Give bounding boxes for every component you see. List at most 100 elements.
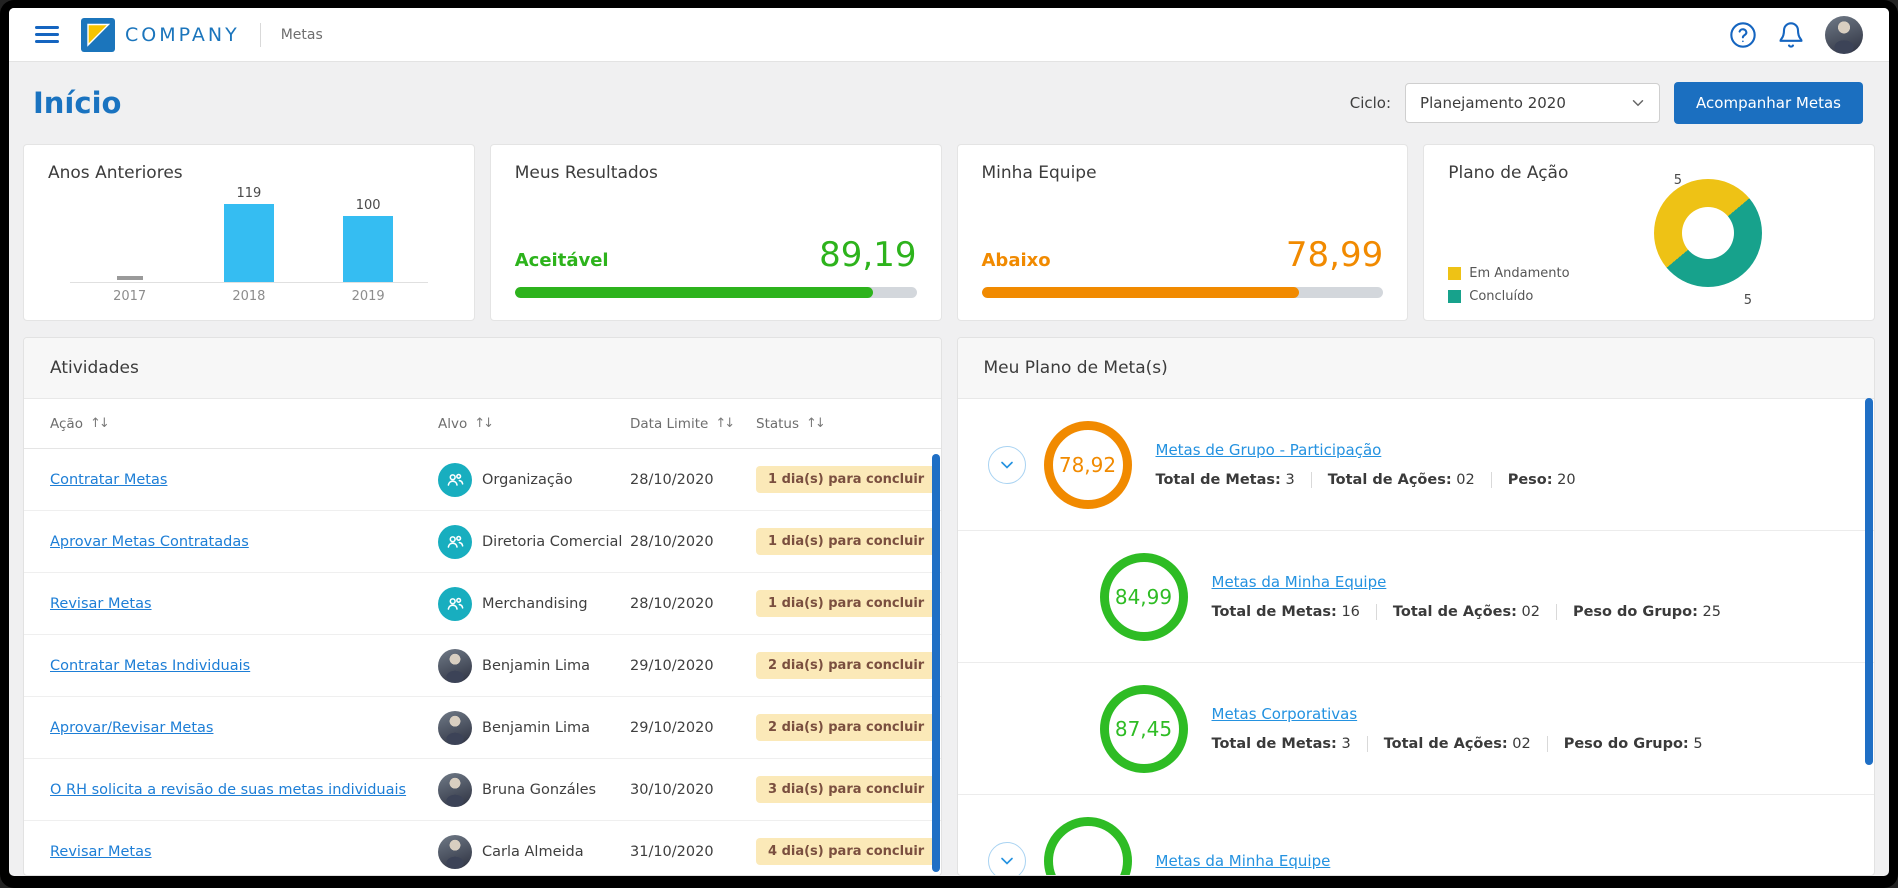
table-row: Revisar Metas Carla Almeida 31/10/2020 4… xyxy=(24,821,941,875)
photo-avatar xyxy=(438,835,472,869)
target-cell: Merchandising xyxy=(438,587,630,621)
target-name: Benjamin Lima xyxy=(482,720,590,736)
no-data-dash xyxy=(117,276,143,280)
chevron-down-icon xyxy=(997,851,1017,871)
bar-column: 119 xyxy=(189,186,308,282)
legend-swatch-icon xyxy=(1448,267,1461,280)
card-title: Meus Resultados xyxy=(515,163,917,183)
group-avatar-icon xyxy=(438,587,472,621)
goal-score: 78,92 xyxy=(1059,453,1116,477)
goal-plan-link[interactable]: Metas da Minha Equipe xyxy=(1156,852,1331,870)
goal-info: Metas de Grupo - Participação Total de M… xyxy=(1156,441,1576,488)
photo-avatar xyxy=(438,649,472,683)
donut-value-in-progress: 5 xyxy=(1674,173,1682,188)
goal-plan-item: 78,92 Metas de Grupo - Participação Tota… xyxy=(958,399,1875,531)
activities-table-body: Contratar Metas Organização 28/10/2020 1… xyxy=(24,449,941,875)
target-name: Bruna Gonzáles xyxy=(482,782,596,798)
cycle-selected-value: Planejamento 2020 xyxy=(1420,94,1566,112)
table-row: Contratar Metas Organização 28/10/2020 1… xyxy=(24,449,941,511)
expand-chevron-button[interactable] xyxy=(988,842,1026,876)
help-icon[interactable] xyxy=(1729,21,1757,49)
card-title: Minha Equipe xyxy=(982,163,1384,183)
activity-link[interactable]: Contratar Metas Individuais xyxy=(50,658,438,674)
goal-details: Total de Metas: 3Total de Ações: 02Peso:… xyxy=(1156,472,1576,488)
goal-detail: Total de Ações: 02 xyxy=(1376,604,1540,620)
photo-avatar xyxy=(438,711,472,745)
status-badge: 1 dia(s) para concluir xyxy=(756,466,936,493)
activity-link[interactable]: Revisar Metas xyxy=(50,596,438,612)
goal-detail: Total de Metas: 3 xyxy=(1156,472,1295,488)
due-date: 30/10/2020 xyxy=(630,782,756,798)
bell-icon[interactable] xyxy=(1777,21,1805,49)
status-badge: 1 dia(s) para concluir xyxy=(756,528,936,555)
activity-link[interactable]: Aprovar Metas Contratadas xyxy=(50,534,438,550)
previous-years-chart: 119100 201720182019 xyxy=(48,183,450,304)
target-name: Diretoria Comercial xyxy=(482,534,622,550)
brand-name: COMPANY xyxy=(125,24,240,46)
activities-table-header: Ação↑↓ Alvo↑↓ Data Limite↑↓ Status↑↓ xyxy=(24,399,941,449)
donut-legend: Em Andamento Concluído xyxy=(1448,266,1569,304)
cycle-select[interactable]: Planejamento 2020 xyxy=(1405,83,1660,123)
activity-link[interactable]: Revisar Metas xyxy=(50,844,438,860)
goal-score: 84,99 xyxy=(1115,585,1172,609)
follow-goals-button[interactable]: Acompanhar Metas xyxy=(1674,82,1863,124)
goal-detail: Total de Ações: 02 xyxy=(1367,736,1531,752)
logo-mark-icon xyxy=(81,18,115,52)
bar-category-label: 2018 xyxy=(189,289,308,304)
activity-link[interactable]: Aprovar/Revisar Metas xyxy=(50,720,438,736)
bar-value-label: 119 xyxy=(236,186,261,201)
table-row: Revisar Metas Merchandising 28/10/2020 1… xyxy=(24,573,941,635)
goal-plan-link[interactable]: Metas de Grupo - Participação xyxy=(1156,441,1382,459)
table-row: O RH solicita a revisão de suas metas in… xyxy=(24,759,941,821)
sort-icon: ↑↓ xyxy=(715,416,733,431)
column-header-status[interactable]: Status↑↓ xyxy=(756,416,923,432)
my-team-progress xyxy=(982,287,1384,298)
legend-item-in-progress: Em Andamento xyxy=(1448,266,1569,281)
bar-column xyxy=(70,276,189,282)
goal-info: Metas da Minha Equipe xyxy=(1156,852,1331,870)
activities-scrollbar[interactable] xyxy=(932,454,940,872)
column-header-acao[interactable]: Ação↑↓ xyxy=(50,416,438,432)
goal-plan-item: 87,45 Metas Corporativas Total de Metas:… xyxy=(958,663,1875,795)
goal-score-ring: 84,99 xyxy=(1100,553,1188,641)
table-row: Contratar Metas Individuais Benjamin Lim… xyxy=(24,635,941,697)
goal-plan-link[interactable]: Metas Corporativas xyxy=(1212,705,1358,723)
goal-score-ring: 87,45 xyxy=(1100,685,1188,773)
target-cell: Diretoria Comercial xyxy=(438,525,630,559)
goal-detail: Total de Metas: 16 xyxy=(1212,604,1360,620)
page-header: Início Ciclo: Planejamento 2020 Acompanh… xyxy=(9,62,1889,144)
team-status: Abaixo xyxy=(982,250,1051,271)
company-logo[interactable]: COMPANY xyxy=(81,18,240,52)
my-team-card: Minha Equipe Abaixo 78,99 xyxy=(957,144,1409,321)
due-date: 28/10/2020 xyxy=(630,472,756,488)
user-avatar[interactable] xyxy=(1825,16,1863,54)
team-value: 78,99 xyxy=(1286,235,1383,275)
sort-icon: ↑↓ xyxy=(806,416,824,431)
due-date: 29/10/2020 xyxy=(630,720,756,736)
main-content: Atividades Ação↑↓ Alvo↑↓ Data Limite↑↓ S… xyxy=(9,321,1889,876)
goal-score-ring: 78,92 xyxy=(1044,421,1132,509)
target-cell: Bruna Gonzáles xyxy=(438,773,630,807)
activity-link[interactable]: Contratar Metas xyxy=(50,472,438,488)
expand-chevron-button[interactable] xyxy=(988,446,1026,484)
column-header-data-limite[interactable]: Data Limite↑↓ xyxy=(630,416,756,432)
bar-category-label: 2017 xyxy=(70,289,189,304)
status-badge: 1 dia(s) para concluir xyxy=(756,590,936,617)
status-badge: 4 dia(s) para concluir xyxy=(756,838,936,865)
card-title: Anos Anteriores xyxy=(48,163,450,183)
activity-link[interactable]: O RH solicita a revisão de suas metas in… xyxy=(50,782,438,798)
goal-plan-scrollbar[interactable] xyxy=(1865,398,1873,765)
column-header-alvo[interactable]: Alvo↑↓ xyxy=(438,416,630,432)
topbar-divider xyxy=(260,23,261,47)
goal-plan-title: Meu Plano de Meta(s) xyxy=(958,338,1875,399)
legend-item-done: Concluído xyxy=(1448,289,1569,304)
cycle-label: Ciclo: xyxy=(1350,94,1391,112)
menu-icon[interactable] xyxy=(35,26,59,43)
sort-icon: ↑↓ xyxy=(90,416,108,431)
goal-detail: Peso do Grupo: 5 xyxy=(1547,736,1703,752)
target-cell: Benjamin Lima xyxy=(438,649,630,683)
due-date: 28/10/2020 xyxy=(630,534,756,550)
goal-plan-link[interactable]: Metas da Minha Equipe xyxy=(1212,573,1387,591)
goal-detail: Total de Ações: 02 xyxy=(1311,472,1475,488)
bar-column: 100 xyxy=(309,198,428,282)
